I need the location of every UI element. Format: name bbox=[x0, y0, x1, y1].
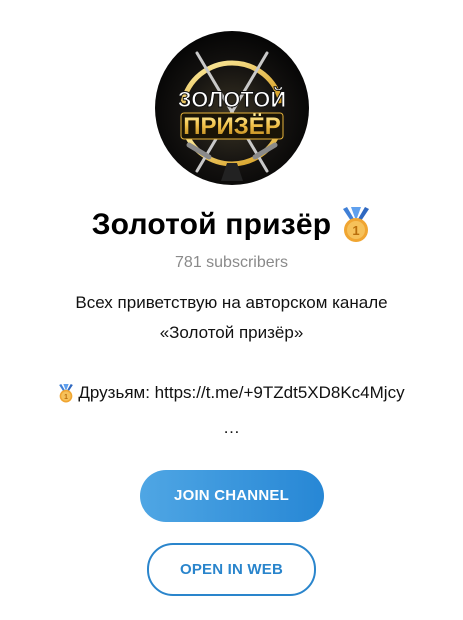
friends-link-text[interactable]: Друзьям: https://t.me/+9TZdt5XD8Kc4Mjcy bbox=[78, 378, 404, 408]
description-line: Всех приветствую на авторском канале bbox=[75, 293, 388, 312]
svg-text:ЗОЛОТОЙ: ЗОЛОТОЙ bbox=[177, 87, 285, 112]
svg-text:1: 1 bbox=[353, 223, 360, 238]
svg-text:1: 1 bbox=[64, 393, 68, 400]
channel-preview: ЗОЛОТОЙ ПРИЗЁР Золотой призёр 1 781 subs… bbox=[0, 0, 463, 620]
friends-line: 1 Друзьям: https://t.me/+9TZdt5XD8Kc4Mjc… bbox=[58, 378, 405, 408]
join-channel-button[interactable]: JOIN CHANNEL bbox=[139, 469, 324, 522]
open-in-web-button[interactable]: OPEN IN WEB bbox=[147, 542, 316, 596]
title-row: Золотой призёр 1 bbox=[92, 205, 372, 245]
description-ellipsis: … bbox=[223, 417, 240, 437]
gold-medal-icon: 1 bbox=[59, 383, 74, 402]
description-line: «Золотой призёр» bbox=[159, 323, 304, 342]
svg-text:ПРИЗЁР: ПРИЗЁР bbox=[183, 113, 281, 140]
channel-title: Золотой призёр bbox=[91, 208, 332, 241]
channel-avatar: ЗОЛОТОЙ ПРИЗЁР bbox=[154, 31, 309, 185]
subscriber-count: 781 subscribers bbox=[175, 254, 288, 271]
channel-description: Всех приветствую на авторском канале «Зо… bbox=[17, 288, 447, 443]
gold-medal-icon: 1 bbox=[343, 207, 370, 242]
